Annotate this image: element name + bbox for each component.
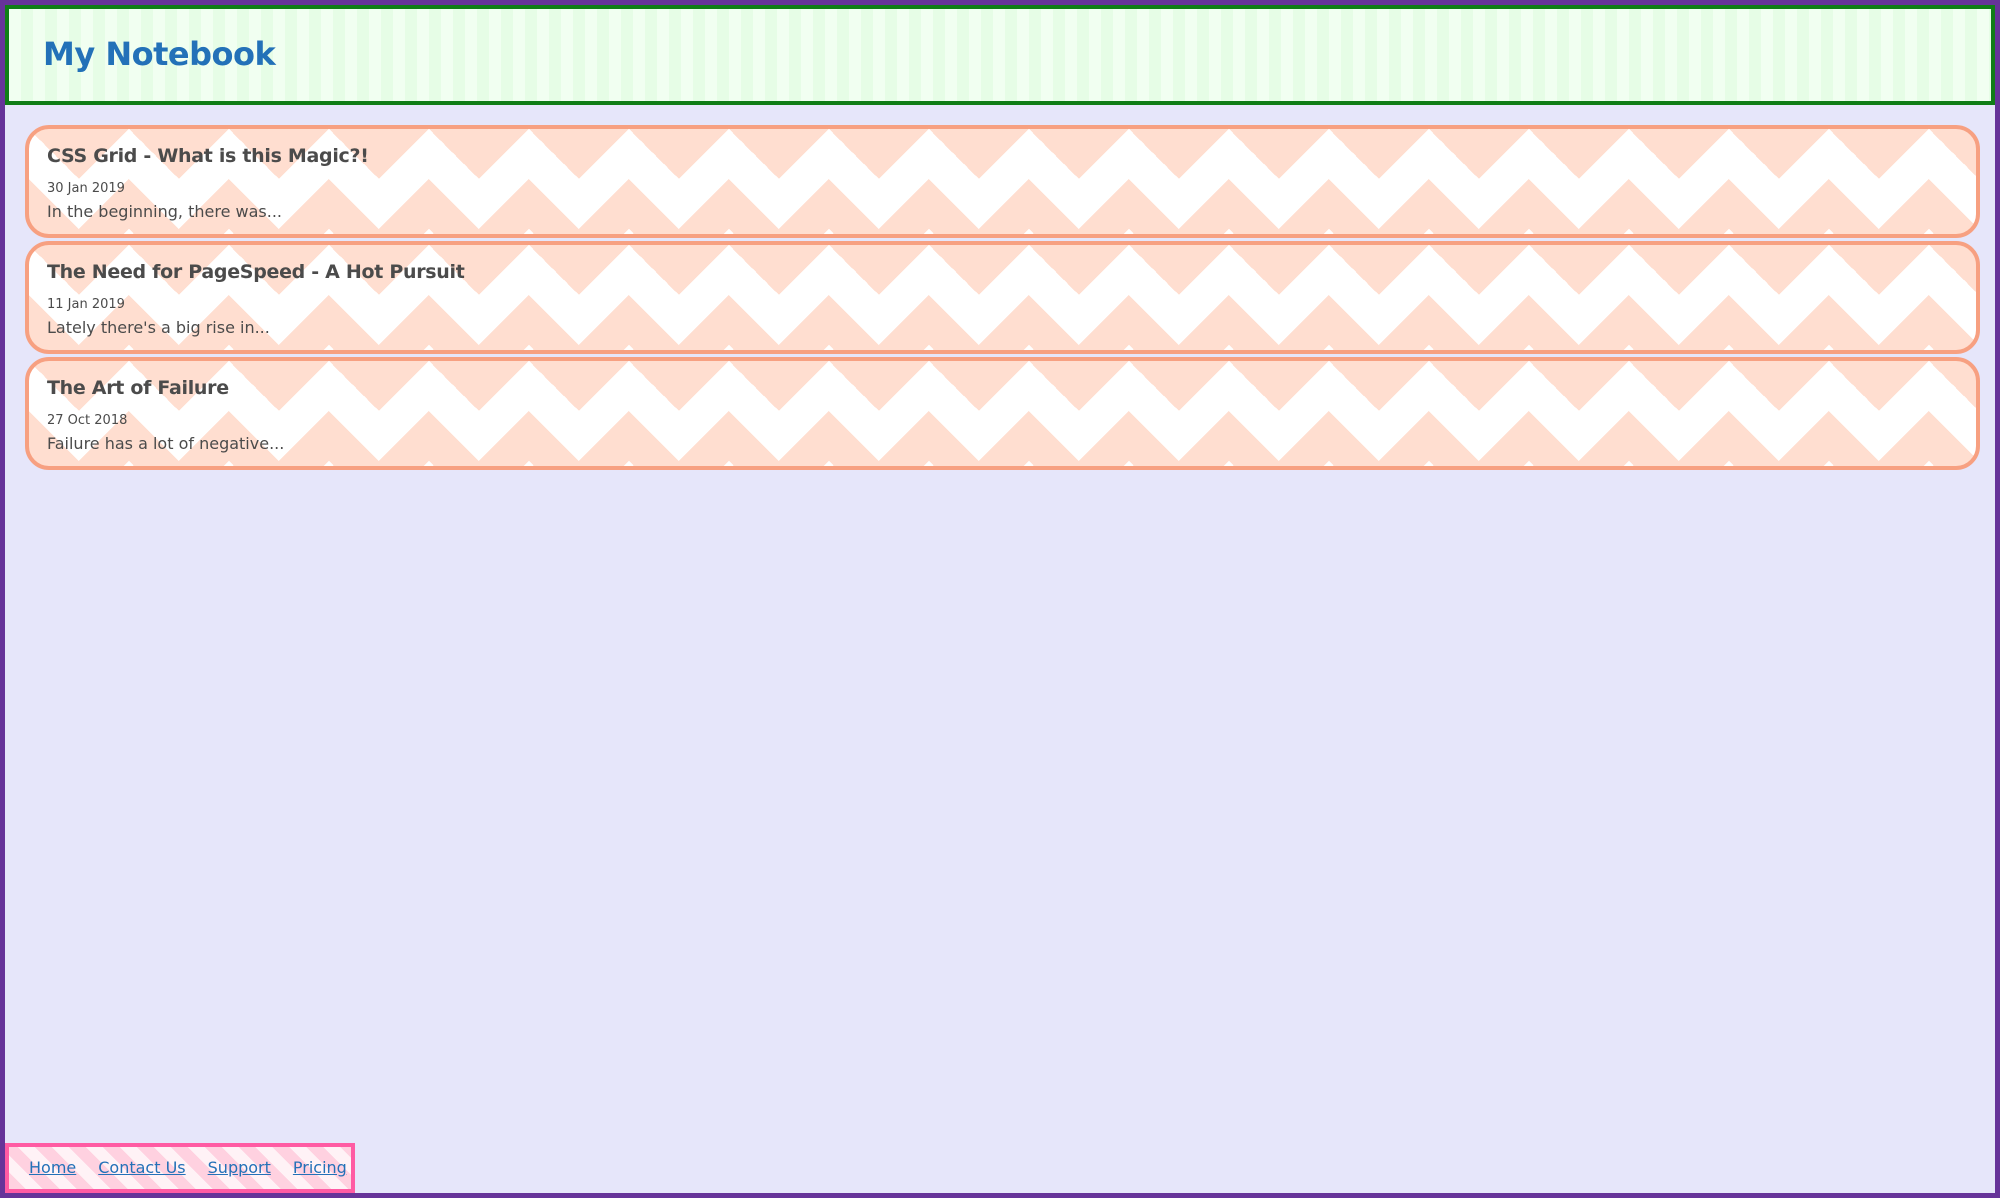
post-excerpt: Lately there's a big rise in... [47,318,270,337]
post-date: 11 Jan 2019 [47,297,125,312]
site-footer: Home Contact Us Support Pricing [5,1143,355,1193]
footer-link-home[interactable]: Home [29,1158,76,1177]
footer-nav: Home Contact Us Support Pricing [29,1158,347,1177]
footer-link-contact-us[interactable]: Contact Us [98,1158,185,1177]
post-card-art-of-failure[interactable]: The Art of Failure 27 Oct 2018 Failure h… [25,357,1980,470]
post-card-css-grid[interactable]: CSS Grid - What is this Magic?! 30 Jan 2… [25,125,1980,238]
post-list: CSS Grid - What is this Magic?! 30 Jan 2… [25,125,1980,473]
footer-link-support[interactable]: Support [208,1158,271,1177]
post-title[interactable]: The Need for PageSpeed - A Hot Pursuit [47,261,465,283]
footer-link-pricing[interactable]: Pricing [293,1158,347,1177]
site-title[interactable]: My Notebook [43,35,276,73]
page-frame: My Notebook CSS Grid - What is this Magi… [0,0,2000,1198]
post-date: 30 Jan 2019 [47,181,125,196]
post-title[interactable]: CSS Grid - What is this Magic?! [47,145,369,167]
post-date: 27 Oct 2018 [47,413,128,428]
post-excerpt: Failure has a lot of negative... [47,434,285,453]
post-title[interactable]: The Art of Failure [47,377,229,399]
site-header: My Notebook [5,5,1995,105]
post-excerpt: In the beginning, there was... [47,202,282,221]
post-card-pagespeed[interactable]: The Need for PageSpeed - A Hot Pursuit 1… [25,241,1980,354]
